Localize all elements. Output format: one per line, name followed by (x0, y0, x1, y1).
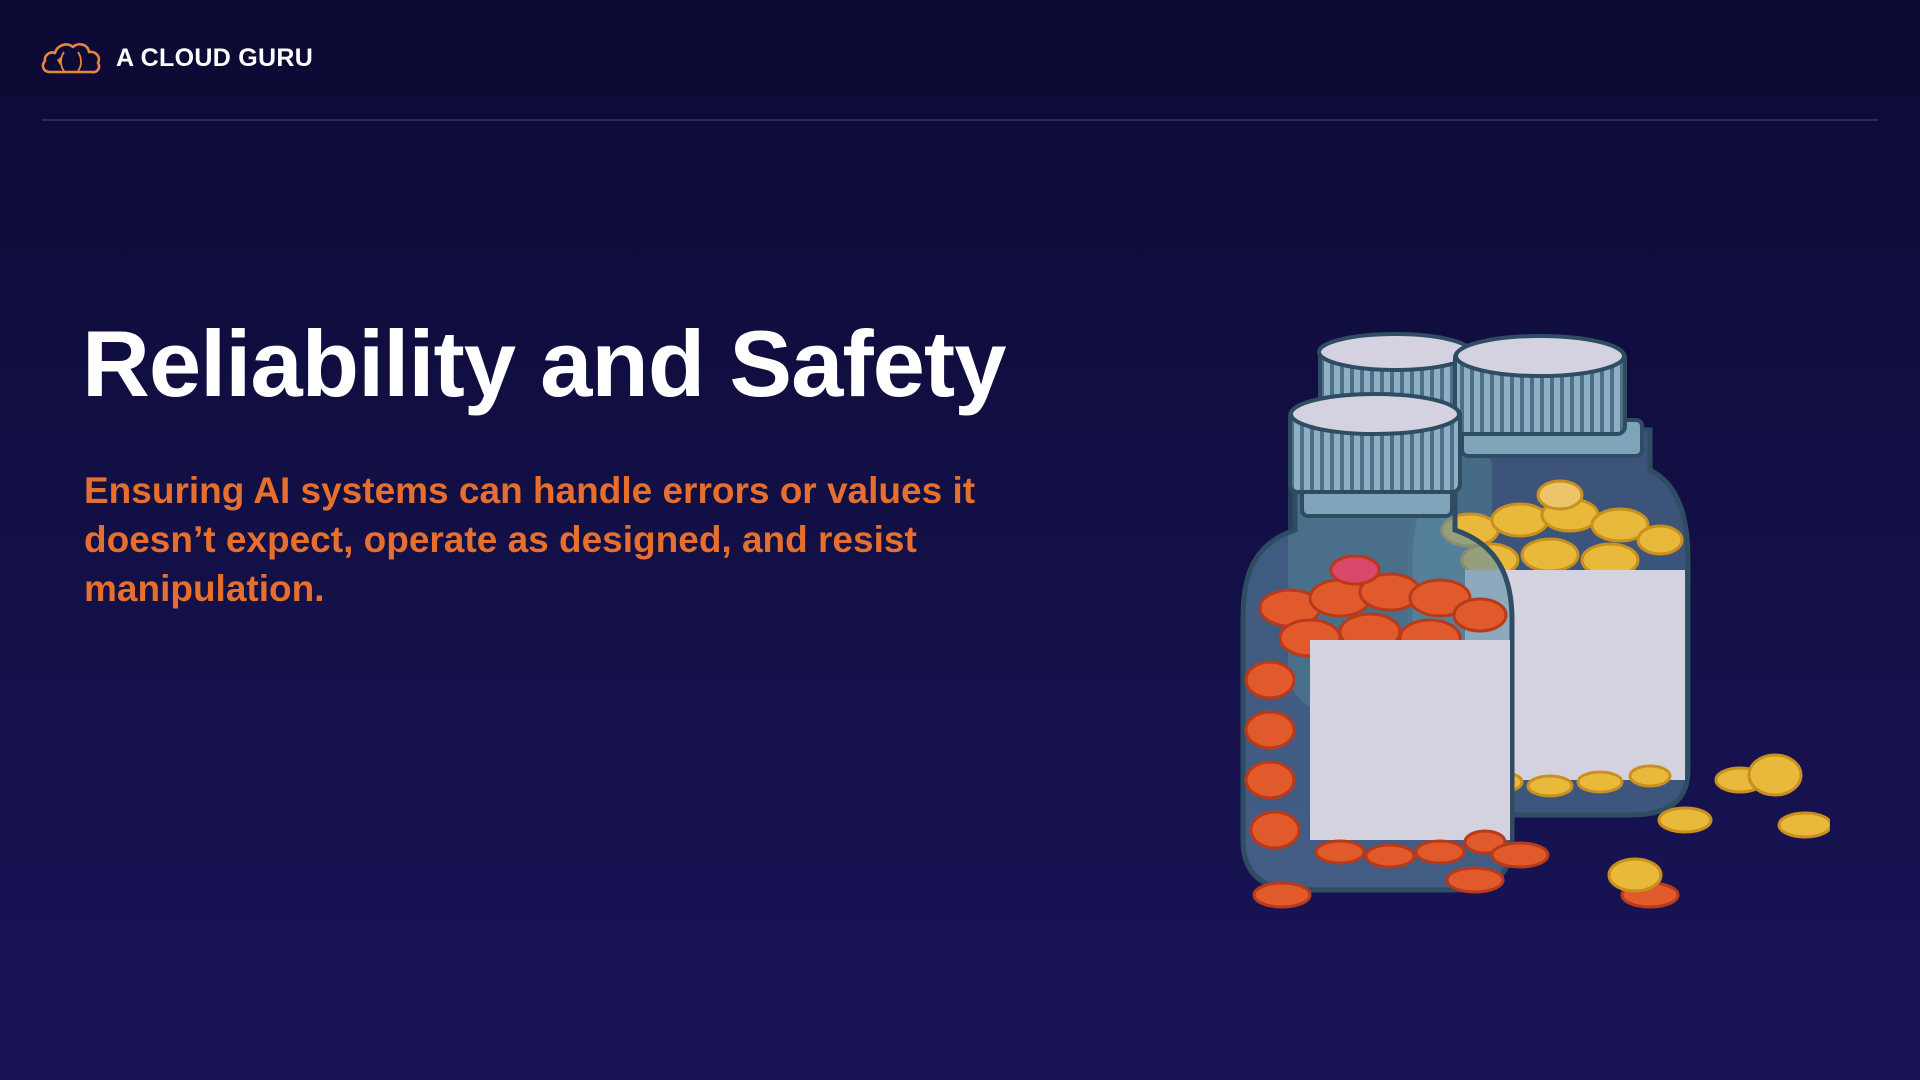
slide-subtitle: Ensuring AI systems can handle errors or… (84, 470, 976, 609)
brand: A CLOUD GURU (40, 38, 313, 78)
cloud-guru-logo-icon (41, 42, 101, 74)
header-divider (42, 119, 1878, 121)
pill-bottles-illustration (1240, 332, 1830, 909)
slide-title: Reliability and Safety (82, 311, 1007, 416)
brand-name: A CLOUD GURU (116, 43, 314, 72)
